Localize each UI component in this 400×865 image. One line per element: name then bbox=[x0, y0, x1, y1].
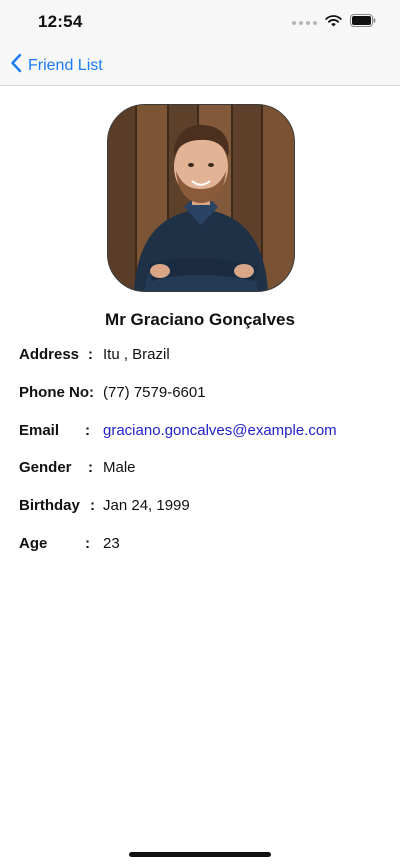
detail-colon: : bbox=[85, 535, 90, 552]
chevron-left-icon bbox=[10, 53, 22, 78]
phone-value: (77) 7579-6601 bbox=[103, 384, 206, 401]
profile-photo bbox=[107, 104, 295, 292]
status-time: 12:54 bbox=[38, 12, 83, 31]
cellular-dots-icon bbox=[292, 21, 317, 25]
detail-colon: : bbox=[85, 422, 90, 439]
detail-label: Age bbox=[19, 535, 48, 552]
detail-label: Email bbox=[19, 422, 60, 439]
detail-label: Address bbox=[19, 346, 80, 363]
status-icons bbox=[292, 14, 376, 32]
detail-label: Gender bbox=[19, 459, 72, 476]
profile-name: Mr Graciano Gonçalves bbox=[105, 310, 295, 329]
wifi-icon bbox=[325, 14, 342, 32]
detail-label: Birthday bbox=[19, 497, 80, 514]
friend-detail-screen: 12:54 Friend List Mr Graciano Gonçalves … bbox=[0, 0, 400, 865]
detail-colon: : bbox=[88, 459, 93, 476]
detail-colon: : bbox=[90, 497, 95, 514]
age-value: 23 bbox=[103, 535, 120, 552]
back-button[interactable]: Friend List bbox=[10, 53, 103, 78]
address-value: Itu , Brazil bbox=[103, 346, 170, 363]
home-indicator[interactable] bbox=[129, 852, 271, 857]
detail-colon: : bbox=[88, 346, 93, 363]
status-bar: 12:54 bbox=[0, 0, 400, 44]
navigation-bar: Friend List bbox=[0, 44, 400, 86]
birthday-value: Jan 24, 1999 bbox=[103, 497, 190, 514]
back-button-label: Friend List bbox=[28, 56, 103, 74]
battery-icon bbox=[350, 14, 376, 32]
gender-value: Male bbox=[103, 459, 136, 476]
detail-label: Phone No: bbox=[19, 384, 94, 401]
email-link[interactable]: graciano.goncalves@example.com bbox=[103, 422, 337, 439]
profile-photo-illustration bbox=[108, 105, 294, 291]
